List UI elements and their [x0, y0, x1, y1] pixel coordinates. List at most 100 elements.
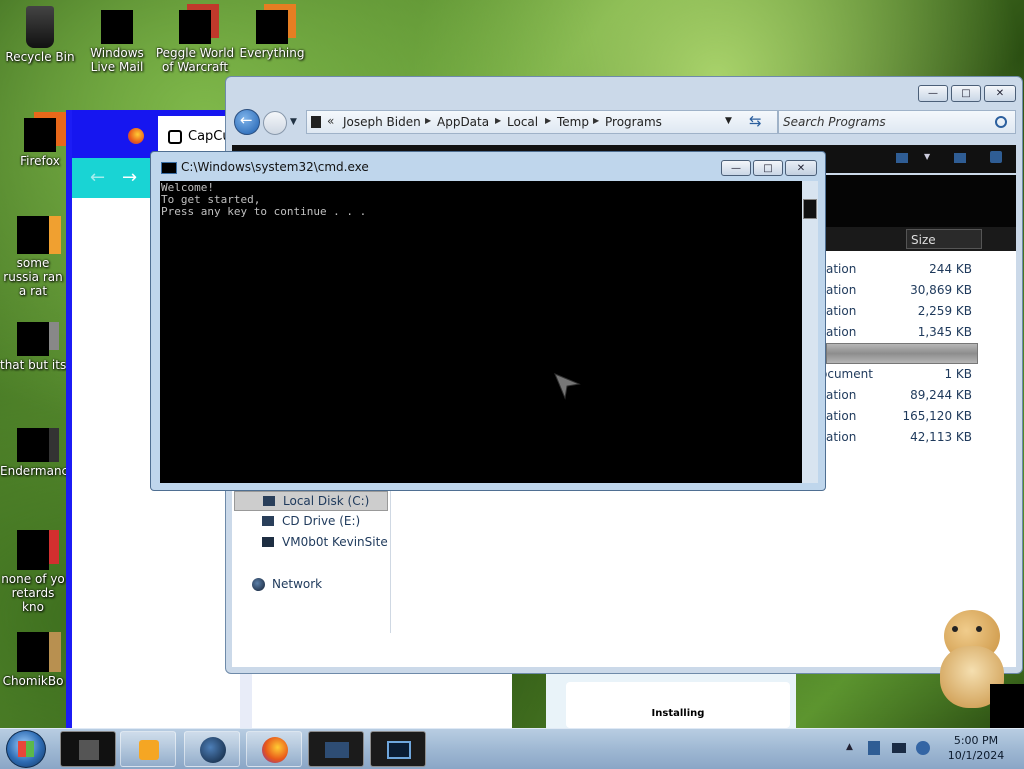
dark-edge: [990, 684, 1024, 728]
folder-icon: [311, 116, 321, 128]
installing-label: Installing: [651, 708, 705, 719]
console-scrollbar[interactable]: [802, 181, 818, 483]
hard-disk-icon: [263, 496, 275, 506]
file-row[interactable]: ation 89,244 KB: [826, 385, 986, 406]
firefox-icon[interactable]: [128, 128, 144, 144]
everything-icon: [256, 10, 288, 44]
action-center-icon[interactable]: [868, 741, 880, 755]
breadcrumb-sep-icon: ▶: [545, 116, 552, 125]
network-status-icon[interactable]: [892, 743, 906, 753]
mouse-cursor-icon: [554, 373, 581, 400]
browser-sidebar-strip: [240, 670, 252, 728]
maximize-button[interactable]: □: [753, 160, 783, 176]
file-row[interactable]: ation 30,869 KB: [826, 280, 986, 301]
breadcrumb-local[interactable]: Local: [507, 115, 538, 129]
installer-panel: Installing: [546, 674, 796, 728]
view-dropdown-icon[interactable]: ▼: [924, 152, 930, 161]
file-row[interactable]: ocument 1 KB: [820, 364, 986, 385]
taskbar-app-firefox[interactable]: [246, 731, 302, 767]
file-row-selected[interactable]: [826, 343, 978, 364]
taskbar: ▲ 5:00 PM 10/1/2024: [0, 728, 1024, 769]
taskbar-app-1[interactable]: [60, 731, 116, 767]
explorer-header-dark: [826, 175, 1016, 227]
desktop-icon-russia[interactable]: some russia ran a rat: [0, 216, 66, 298]
minimize-button[interactable]: —: [918, 85, 948, 102]
clock-time: 5:00 PM: [953, 734, 999, 747]
back-arrow-icon[interactable]: ←: [90, 167, 105, 188]
view-options-icon[interactable]: [896, 153, 908, 163]
recent-pages-icon[interactable]: ▼: [290, 117, 297, 127]
close-button[interactable]: ✕: [785, 160, 817, 176]
nav-item-local-disk[interactable]: Local Disk (C:): [234, 491, 388, 511]
taskbar-app-explorer[interactable]: [308, 731, 364, 767]
back-button[interactable]: ←: [234, 109, 260, 135]
address-bar[interactable]: « Joseph Biden ▶ AppData ▶ Local ▶ Temp …: [306, 110, 778, 134]
breadcrumb-sep-icon: ▶: [425, 116, 432, 125]
show-hidden-icons[interactable]: ▲: [846, 742, 853, 752]
column-header-bar: Size: [826, 227, 1016, 251]
copy-icon: [17, 322, 49, 356]
app-icon: [17, 530, 49, 570]
forward-arrow-icon[interactable]: →: [122, 167, 137, 188]
help-icon[interactable]: [990, 151, 1002, 163]
file-row[interactable]: ation 165,120 KB: [826, 406, 986, 427]
globe-icon: [200, 737, 226, 763]
console-output[interactable]: Welcome! To get started, Press any key t…: [160, 181, 802, 483]
desktop-icon-chomikbox[interactable]: ChomikBo: [0, 632, 66, 688]
maximize-button[interactable]: □: [951, 85, 981, 102]
mail-icon: [101, 10, 133, 44]
breadcrumb-temp[interactable]: Temp: [557, 115, 589, 129]
minimize-button[interactable]: —: [721, 160, 751, 176]
desktop-icon-windows-live-mail[interactable]: Windows Live Mail: [77, 10, 157, 74]
clock[interactable]: 5:00 PM 10/1/2024: [936, 733, 1016, 763]
cmd-icon: [161, 162, 177, 174]
preview-pane-icon[interactable]: [954, 153, 966, 163]
search-input[interactable]: Search Programs: [783, 115, 886, 129]
windows-logo-icon: [18, 741, 34, 757]
nav-item-network[interactable]: Network: [234, 575, 388, 595]
taskbar-app-cmd[interactable]: [370, 731, 426, 767]
cmd-icon: [387, 741, 411, 759]
back-arrow-icon: ←: [240, 111, 253, 129]
start-button[interactable]: [6, 730, 46, 768]
desktop-icon-endermanc[interactable]: Endermanc: [0, 428, 66, 478]
peggle-icon: [179, 10, 211, 44]
taskbar-app-globe[interactable]: [184, 731, 240, 767]
console-line: Press any key to continue . . .: [161, 205, 367, 218]
scrollbar-thumb[interactable]: [803, 199, 817, 219]
window-icon: [17, 428, 49, 462]
firefox-icon: [24, 118, 56, 152]
file-row[interactable]: ation 2,259 KB: [826, 301, 986, 322]
column-size[interactable]: Size: [906, 229, 982, 249]
taskbar-app-media[interactable]: [120, 731, 176, 767]
desktop-icon-none-of-you[interactable]: none of yo retards kno: [0, 530, 66, 614]
navigation-pane: Local Disk (C:) CD Drive (E:) VM0b0t Kev…: [232, 487, 391, 633]
breadcrumb-appdata[interactable]: AppData: [437, 115, 489, 129]
search-icon[interactable]: [995, 116, 1007, 128]
address-dropdown-icon[interactable]: ▼: [725, 116, 732, 126]
desktop-icon-peggle[interactable]: Peggle World of Warcraft: [155, 10, 235, 74]
nav-item-cd-drive[interactable]: CD Drive (E:): [234, 512, 388, 532]
breadcrumb-sep-icon: ▶: [593, 116, 600, 125]
app-icon: [17, 216, 49, 254]
search-box[interactable]: Search Programs: [778, 110, 1016, 134]
volume-icon[interactable]: [916, 741, 930, 755]
nav-item-kevinsite[interactable]: VM0b0t KevinSite: [234, 533, 388, 553]
breadcrumb-programs[interactable]: Programs: [605, 115, 662, 129]
desktop-icon-everything[interactable]: Everything: [232, 10, 312, 60]
cd-drive-icon: [262, 516, 274, 526]
desktop-icon-recycle-bin[interactable]: Recycle Bin: [0, 6, 80, 64]
network-icon: [252, 578, 265, 591]
file-row[interactable]: ation 42,113 KB: [826, 427, 986, 448]
close-button[interactable]: ✕: [984, 85, 1016, 102]
installer-card: Installing: [566, 682, 790, 728]
firefox-icon: [262, 737, 288, 763]
forward-button[interactable]: [263, 111, 287, 135]
clock-date: 10/1/2024: [947, 749, 1005, 762]
breadcrumb-joseph-biden[interactable]: Joseph Biden: [343, 115, 421, 129]
refresh-icon[interactable]: ⇆: [749, 112, 762, 130]
file-row[interactable]: ation 1,345 KB: [826, 322, 986, 343]
cmd-window[interactable]: C:\Windows\system32\cmd.exe — □ ✕ Welcom…: [150, 151, 826, 491]
file-row[interactable]: ation 244 KB: [826, 259, 986, 280]
desktop-icon-that-but[interactable]: that but its: [0, 322, 66, 372]
